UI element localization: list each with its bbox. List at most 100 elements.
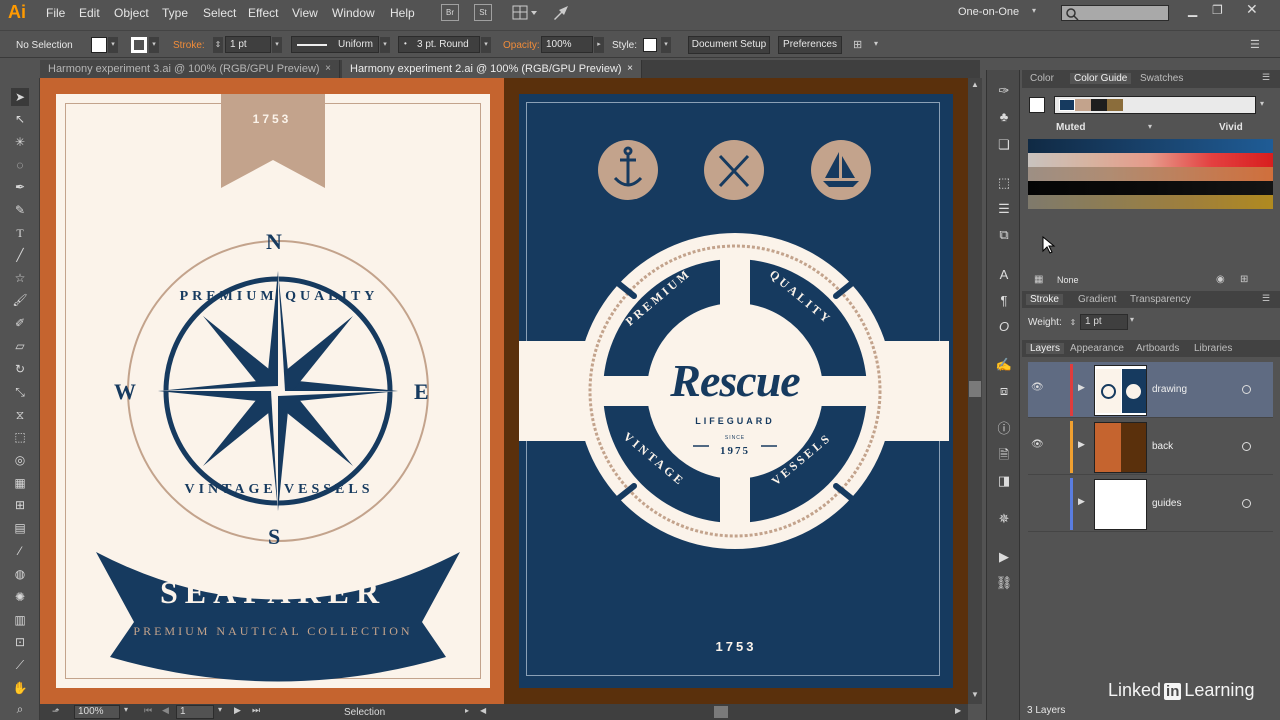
links-chain-icon[interactable]: ⛓ <box>995 574 1013 592</box>
variation-row-navy[interactable] <box>1028 139 1273 153</box>
stroke-dropdown-icon[interactable]: ▾ <box>149 37 159 53</box>
align-panel-icon[interactable]: ☰ <box>995 200 1013 218</box>
symbol-sprayer-tool-icon[interactable]: ✺ <box>11 588 29 606</box>
minimize-icon[interactable]: ▁ <box>1188 3 1197 17</box>
opentype-panel-icon[interactable]: O <box>995 318 1013 336</box>
status-menu-icon[interactable]: ▸ <box>465 706 469 715</box>
character-panel-icon[interactable]: A <box>995 266 1013 284</box>
layer-target-icon[interactable] <box>1242 499 1251 508</box>
image-trace-icon[interactable]: ◨ <box>995 472 1013 490</box>
stroke-weight-dropdown-icon[interactable]: ▾ <box>272 37 282 53</box>
search-input[interactable] <box>1061 5 1169 21</box>
opacity-arrow-icon[interactable]: ▸ <box>594 37 604 53</box>
zoom-dropdown-icon[interactable]: ▾ <box>124 705 128 714</box>
tab-libraries[interactable]: Libraries <box>1194 343 1232 354</box>
layer-row-drawing[interactable]: 👁 ▶ drawing <box>1028 362 1273 418</box>
share-icon[interactable]: ⬏ <box>52 706 60 717</box>
menu-file[interactable]: File <box>46 6 65 20</box>
brush-panel-icon[interactable]: ✑ <box>995 82 1013 100</box>
stroke-stepper[interactable]: ⇕ <box>213 37 223 53</box>
shape-builder-tool-icon[interactable]: ◎ <box>11 451 29 469</box>
zoom-tool-icon[interactable]: ⌕ <box>11 700 29 718</box>
visibility-eye-icon[interactable]: 👁 <box>1031 382 1044 393</box>
variation-row-gold[interactable] <box>1028 195 1273 209</box>
tab-layers[interactable]: Layers <box>1026 343 1065 354</box>
tab-transparency[interactable]: Transparency <box>1130 294 1191 305</box>
variable-width-profile[interactable]: Uniform <box>291 36 379 53</box>
edit-colors-icon[interactable]: ◉ <box>1216 274 1225 285</box>
canvas[interactable]: 1753 N S W E PREMIUM QUALITY VINTAGE VES… <box>40 78 968 704</box>
type-tool-icon[interactable]: T <box>11 224 29 242</box>
tab-harmony-experiment-2[interactable]: Harmony experiment 2.ai @ 100% (RGB/GPU … <box>342 60 642 78</box>
harmony-rules-bar[interactable] <box>1054 96 1256 114</box>
pen-tool-icon[interactable]: ✒ <box>11 178 29 196</box>
variation-row-orange[interactable] <box>1028 167 1273 181</box>
last-artboard-icon[interactable]: ⏭ <box>252 705 260 716</box>
rotate-tool-icon[interactable]: ↻ <box>11 360 29 378</box>
paintbrush-tool-icon[interactable]: 🖌 <box>11 291 29 309</box>
layer-target-icon[interactable] <box>1242 442 1251 451</box>
panel-menu-icon[interactable]: ☰ <box>1262 72 1270 83</box>
layer-target-icon[interactable] <box>1242 385 1251 394</box>
free-transform-tool-icon[interactable]: ⬚ <box>11 428 29 446</box>
swatch-library-icon[interactable]: ▦ <box>1034 274 1043 285</box>
curvature-tool-icon[interactable]: ✎ <box>11 201 29 219</box>
mesh-tool-icon[interactable]: ⊞ <box>11 496 29 514</box>
weight-dropdown-icon[interactable]: ▾ <box>1130 315 1134 324</box>
perspective-grid-tool-icon[interactable]: ▦ <box>11 474 29 492</box>
bridge-icon[interactable]: Br <box>441 4 459 21</box>
profile-dropdown-icon[interactable]: ▾ <box>380 37 390 53</box>
fill-dropdown-icon[interactable]: ▾ <box>108 37 118 53</box>
artboard-number-field[interactable]: 1 <box>176 705 214 719</box>
selection-tool-icon[interactable]: ➤ <box>11 88 29 106</box>
close-window-icon[interactable]: ✕ <box>1246 1 1258 18</box>
brush-definition[interactable]: • 3 pt. Round <box>398 36 480 53</box>
vertical-scroll-thumb[interactable] <box>969 381 981 397</box>
menu-view[interactable]: View <box>292 6 318 20</box>
chevron-down-icon[interactable]: ▾ <box>1032 6 1036 15</box>
gradient-tool-icon[interactable]: ▤ <box>11 519 29 537</box>
variation-row-black[interactable] <box>1028 181 1273 195</box>
tab-harmony-experiment-3[interactable]: Harmony experiment 3.ai @ 100% (RGB/GPU … <box>40 60 340 78</box>
graph-tool-icon[interactable]: ▥ <box>11 611 29 629</box>
transform-panel-icon[interactable]: ⬚ <box>995 174 1013 192</box>
graphic-styles-icon[interactable]: ❏ <box>995 136 1013 154</box>
slice-tool-icon[interactable]: ⟋ <box>11 656 29 674</box>
layer-row-back[interactable]: 👁 ▶ back <box>1028 419 1273 475</box>
zoom-field[interactable]: 100% <box>74 705 120 719</box>
variations-dropdown-icon[interactable]: ▾ <box>1148 122 1152 131</box>
lasso-tool-icon[interactable]: ◌ <box>11 156 29 174</box>
opacity-label[interactable]: Opacity: <box>503 40 540 51</box>
paragraph-panel-icon[interactable]: ¶ <box>995 292 1013 310</box>
star-tool-icon[interactable]: ☆ <box>11 269 29 287</box>
shaper-tool-icon[interactable]: ✐ <box>11 314 29 332</box>
panel-menu-icon[interactable]: ☰ <box>1250 38 1260 51</box>
base-color-swatch[interactable] <box>1029 97 1045 113</box>
vertical-scrollbar[interactable]: ▲ ▼ <box>968 78 982 704</box>
menu-help[interactable]: Help <box>390 6 415 20</box>
tab-stroke[interactable]: Stroke <box>1026 294 1063 305</box>
layer-row-guides[interactable]: ▶ guides <box>1028 476 1273 532</box>
scroll-down-icon[interactable]: ▼ <box>971 690 979 699</box>
save-group-icon[interactable]: ⊞ <box>1240 274 1248 285</box>
tab-swatches[interactable]: Swatches <box>1140 73 1183 84</box>
fill-swatch[interactable] <box>91 37 107 53</box>
menu-select[interactable]: Select <box>203 6 236 20</box>
document-setup-button[interactable]: Document Setup <box>688 36 770 54</box>
harmony-dropdown-icon[interactable]: ▾ <box>1260 99 1264 108</box>
variation-row-tan[interactable] <box>1028 153 1273 167</box>
workspace-switcher[interactable]: One-on-One <box>958 6 1019 18</box>
tab-artboards[interactable]: Artboards <box>1136 343 1179 354</box>
preferences-button[interactable]: Preferences <box>778 36 842 54</box>
menu-type[interactable]: Type <box>162 6 188 20</box>
align-icon[interactable]: ⊞ <box>853 38 862 51</box>
symbols-panel-icon[interactable]: ♣ <box>995 108 1013 126</box>
gpu-performance-icon[interactable] <box>552 4 570 22</box>
tab-appearance[interactable]: Appearance <box>1070 343 1124 354</box>
artboard-tool-icon[interactable]: ⊡ <box>11 633 29 651</box>
close-icon[interactable]: × <box>627 60 633 78</box>
first-artboard-icon[interactable]: ⏮ <box>144 705 152 716</box>
appearance-panel-icon[interactable]: ✍ <box>995 356 1013 374</box>
scroll-right-icon[interactable]: ▶ <box>955 706 961 715</box>
hand-tool-icon[interactable]: ✋ <box>11 679 29 697</box>
